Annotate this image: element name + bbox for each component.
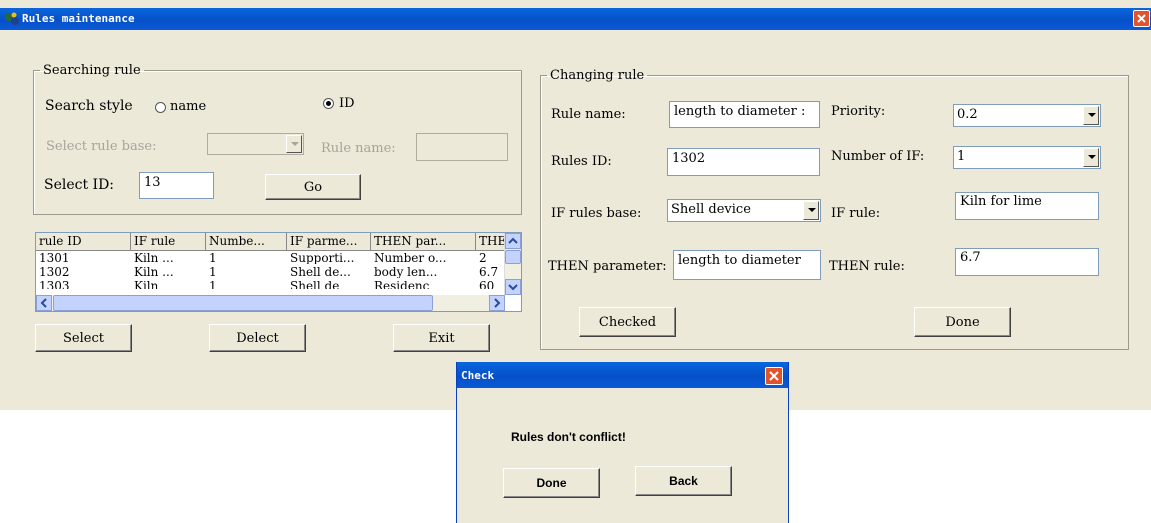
checked-button[interactable]: Checked: [579, 307, 676, 337]
scroll-left-icon[interactable]: [36, 295, 52, 311]
hscroll-thumb[interactable]: [53, 295, 433, 311]
chevron-down-icon: [286, 135, 302, 153]
chevron-down-icon: [1083, 148, 1099, 167]
select-id-label: Select ID:: [44, 177, 115, 193]
searching-rule-legend: Searching rule: [43, 63, 141, 78]
search-style-label: Search style: [45, 98, 133, 114]
rules-id-label: Rules ID:: [551, 154, 612, 169]
check-dialog: Check Rules don't conflict! Done Back: [456, 362, 789, 523]
dialog-back-button[interactable]: Back: [635, 466, 732, 496]
then-parameter-label: THEN parameter:: [548, 259, 667, 274]
dialog-done-button[interactable]: Done: [503, 468, 600, 498]
dialog-title: Check: [461, 369, 495, 382]
radio-id[interactable]: [323, 98, 334, 109]
then-parameter-input[interactable]: length to diameter: [673, 250, 821, 280]
table-header: rule ID IF rule Numbe... IF parme... THE…: [36, 233, 507, 251]
radio-name-label: name: [170, 99, 207, 114]
dialog-close-button[interactable]: [765, 367, 783, 385]
scroll-down-icon[interactable]: [505, 279, 521, 295]
if-rule-input[interactable]: Kiln for lime: [955, 192, 1099, 220]
scroll-right-icon[interactable]: [489, 295, 505, 311]
if-rule-label: IF rule:: [831, 206, 881, 221]
rule-name-search-label: Rule name:: [321, 141, 396, 156]
scroll-thumb[interactable]: [505, 250, 521, 264]
priority-label: Priority:: [831, 104, 886, 119]
exit-button[interactable]: Exit: [393, 324, 490, 352]
horizontal-scrollbar[interactable]: [36, 295, 505, 311]
column-header[interactable]: IF rule: [131, 233, 206, 251]
priority-select[interactable]: 0.2: [953, 104, 1101, 127]
rules-id-input[interactable]: 1302: [667, 148, 820, 176]
select-button[interactable]: Select: [35, 324, 132, 352]
scroll-up-icon[interactable]: [505, 233, 521, 249]
column-header[interactable]: Numbe...: [206, 233, 287, 251]
dialog-title-bar[interactable]: Check: [457, 362, 788, 388]
if-rules-base-select[interactable]: Shell device: [667, 199, 821, 222]
close-icon: [1137, 14, 1146, 23]
then-rule-label: THEN rule:: [829, 259, 905, 274]
rule-base-select[interactable]: [207, 133, 304, 155]
dialog-message: Rules don't conflict!: [511, 430, 626, 444]
go-button[interactable]: Go: [265, 174, 361, 200]
column-header[interactable]: rule ID: [36, 233, 131, 251]
app-icon: [5, 12, 19, 25]
vertical-scrollbar[interactable]: [504, 233, 521, 295]
title-bar[interactable]: Rules maintenance: [0, 8, 1151, 30]
select-id-input[interactable]: 13: [139, 172, 214, 199]
rule-name-search-input[interactable]: [416, 133, 508, 161]
changing-rule-legend: Changing rule: [550, 68, 645, 83]
rule-name-label: Rule name:: [551, 107, 626, 122]
number-if-label: Number of IF:: [831, 149, 925, 164]
close-button[interactable]: [1133, 10, 1150, 27]
column-header[interactable]: THEN par...: [371, 233, 476, 251]
table-row[interactable]: 1302 Kiln ... 1 Shell de... body len... …: [36, 267, 507, 278]
column-header[interactable]: THE: [476, 233, 507, 251]
rule-base-label: Select rule base:: [46, 139, 157, 154]
then-rule-input[interactable]: 6.7: [955, 248, 1099, 276]
number-if-select[interactable]: 1: [953, 146, 1101, 169]
if-rules-base-label: IF rules base:: [551, 206, 642, 221]
radio-name[interactable]: [155, 102, 166, 113]
column-header[interactable]: IF parme...: [287, 233, 371, 251]
window-title: Rules maintenance: [22, 12, 135, 25]
done-button[interactable]: Done: [914, 307, 1011, 337]
table-row[interactable]: 1301 Kiln ... 1 Supporti... Number o... …: [36, 253, 507, 264]
delect-button[interactable]: Delect: [209, 324, 306, 352]
table-row[interactable]: 1303 Kiln 1 Shell de Residenc 60: [36, 281, 507, 289]
radio-id-label: ID: [339, 96, 355, 111]
chevron-down-icon: [1083, 106, 1099, 125]
close-icon: [769, 371, 779, 381]
chevron-down-icon: [803, 201, 819, 220]
rules-maintenance-window: Rules maintenance Searching rule Search …: [0, 0, 1151, 410]
rule-name-input[interactable]: length to diameter :: [669, 101, 820, 128]
rules-table[interactable]: rule ID IF rule Numbe... IF parme... THE…: [35, 232, 522, 312]
